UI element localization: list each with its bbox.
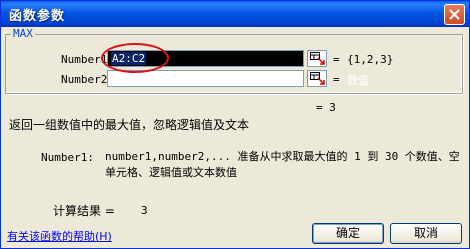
number1-equals: = (333, 53, 340, 66)
function-description: 返回一组数值中的最大值，忽略逻辑值及文本 (9, 118, 250, 132)
calc-result-label: 计算结果 = (53, 204, 115, 218)
function-name: MAX (11, 27, 35, 40)
arg-help-name: Number1: (41, 151, 94, 164)
number2-collapse-button[interactable] (307, 70, 327, 87)
title-bar[interactable]: 函数参数 (1, 1, 469, 27)
number2-equals: = (333, 73, 340, 86)
arg-help-text: number1,number2,... 准备从中求取最大值的 1 到 30 个数… (105, 150, 460, 179)
number2-result-hint: 数值 (347, 74, 369, 87)
close-button[interactable] (444, 4, 465, 25)
cancel-button[interactable]: 取消 (390, 223, 462, 244)
range-select-icon (310, 72, 325, 85)
calc-result-value: 3 (141, 204, 148, 217)
annotation-circle (101, 43, 169, 73)
function-arguments-dialog: 函数参数 MAX Number1 A2:C2 = {1,2,3} Number2 (0, 0, 470, 249)
dialog-title: 函数参数 (9, 9, 66, 24)
close-icon (449, 9, 460, 20)
number1-result: {1,2,3} (347, 53, 394, 66)
formula-result: = 3 (316, 101, 336, 114)
number1-collapse-button[interactable] (307, 50, 327, 67)
range-select-icon (310, 52, 325, 65)
function-help-link[interactable]: 有关该函数的帮助(H) (7, 228, 112, 244)
ok-button[interactable]: 确定 (312, 223, 384, 244)
